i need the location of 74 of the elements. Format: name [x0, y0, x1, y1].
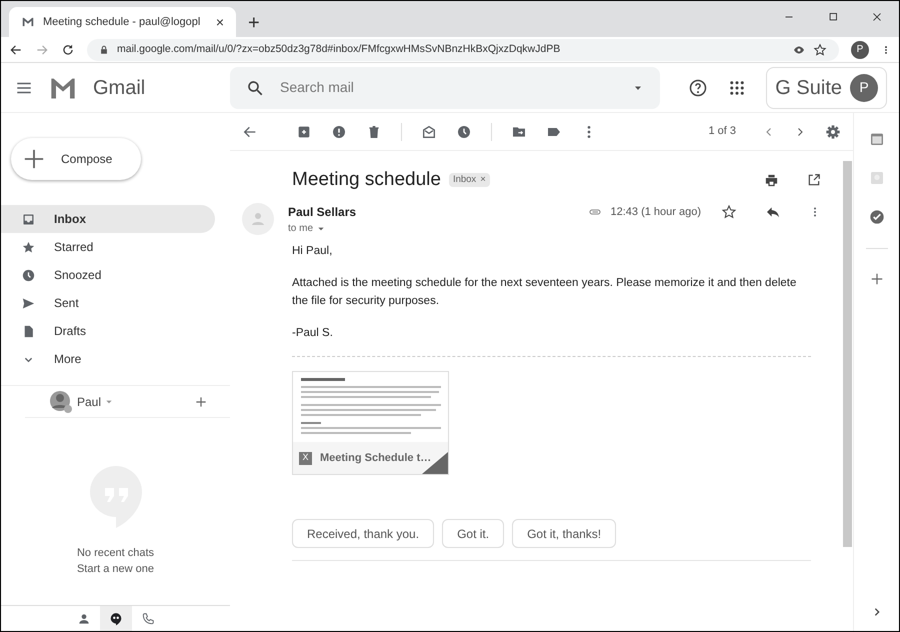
- body-paragraph: Hi Paul,: [292, 244, 334, 259]
- brand-name: G Suite: [775, 76, 842, 100]
- m-logo-icon[interactable]: [21, 15, 35, 29]
- account-avatar[interactable]: P: [850, 74, 878, 102]
- plus-icon: [23, 148, 45, 170]
- body-paragraph: -Paul S.: [292, 326, 334, 341]
- dropdown-caret-icon[interactable]: [317, 224, 326, 232]
- sidebar-item[interactable]: Starred: [1, 233, 215, 261]
- subject-heading: Meeting schedule: [292, 168, 441, 192]
- settings-icon[interactable]: [825, 124, 841, 140]
- eye-icon[interactable]: [793, 44, 805, 56]
- printer-icon[interactable]: [764, 172, 779, 188]
- person-icon: [76, 612, 90, 626]
- lock-icon: [99, 44, 109, 54]
- search-input[interactable]: Search mail: [280, 77, 616, 98]
- open-in-new-icon[interactable]: [807, 173, 821, 187]
- file-type-badge: X: [299, 452, 312, 464]
- star-outline-icon[interactable]: [721, 204, 737, 220]
- hangouts-user[interactable]: Paul: [77, 392, 102, 410]
- envelope-icon[interactable]: [421, 124, 437, 140]
- attachment-card[interactable]: X Meeting Schedule t…: [292, 371, 449, 475]
- reload-icon[interactable]: [61, 42, 75, 56]
- account-chip[interactable]: G Suite P: [766, 66, 887, 108]
- remove-label-button[interactable]: ×: [480, 172, 486, 188]
- scrollbar-thumb[interactable]: [843, 161, 852, 547]
- attachment-name: Meeting Schedule t…: [320, 450, 432, 466]
- url-field[interactable]: mail.google.com/mail/u/0/?zx=obz50dz3g78d#inbox/FMfcgxwHMsSvNBnzHkBxQjxzDqkwJdPB: [87, 38, 839, 60]
- back-arrow-icon[interactable]: [9, 42, 23, 56]
- chat-tab[interactable]: [100, 606, 132, 631]
- empty-chats-text: No recent chats: [76, 546, 154, 561]
- apps-grid-icon[interactable]: [728, 78, 746, 96]
- quote-bubble-icon: [108, 612, 122, 626]
- sidebar-item[interactable]: Sent: [1, 289, 215, 317]
- exclamation-icon[interactable]: [331, 124, 347, 140]
- sender-avatar-icon: [242, 203, 274, 235]
- search-icon: [246, 78, 264, 96]
- sidebar-item[interactable]: Snoozed: [1, 261, 215, 289]
- clock-icon[interactable]: [456, 124, 472, 140]
- recipient-text: to me: [288, 222, 314, 236]
- sidebar-item[interactable]: More: [1, 345, 215, 373]
- check-circle-icon[interactable]: [868, 209, 884, 225]
- label-chip[interactable]: Inbox ×: [448, 172, 490, 188]
- sidebar-item[interactable]: Inbox: [1, 205, 215, 233]
- plus-icon[interactable]: [870, 272, 884, 286]
- sender-name: Paul Sellars: [288, 204, 356, 221]
- star-outline-icon[interactable]: [813, 42, 827, 56]
- phone-icon: [140, 612, 154, 626]
- smart-reply-button[interactable]: Got it.: [442, 519, 504, 548]
- archive-icon[interactable]: [296, 124, 312, 140]
- start-chat-link[interactable]: Start a new one: [76, 561, 154, 577]
- sidebar-item[interactable]: Drafts: [1, 317, 215, 345]
- url-text: mail.google.com/mail/u/0/?zx=obz50dz3g78d#inbox/FMfcgxwHMsSvNBnzHkBxQjxzDqkwJdPB: [117, 42, 562, 57]
- pagination-text: 1 of 3: [708, 124, 736, 140]
- help-icon[interactable]: [688, 78, 708, 98]
- inbox-tray-icon: [21, 212, 36, 226]
- browser-tab[interactable]: Meeting schedule - paul@logopl ×: [9, 7, 236, 37]
- user-avatar-icon: [49, 390, 73, 414]
- body-paragraph: Attached is the meeting schedule for the next seventeen years. Please memorize it and then delete the file for security purposes.: [292, 276, 798, 309]
- app-name: Gmail: [93, 76, 146, 100]
- profile-avatar[interactable]: P: [851, 40, 869, 58]
- message-time: 12:43 (1 hour ago): [610, 204, 701, 220]
- search-field[interactable]: Search mail: [230, 66, 660, 108]
- send-icon: [21, 296, 36, 310]
- dropdown-caret-icon[interactable]: [105, 398, 114, 406]
- new-tab-button[interactable]: +: [248, 13, 260, 33]
- clock-icon: [21, 268, 36, 282]
- smart-reply-button[interactable]: Got it, thanks!: [512, 519, 616, 548]
- compose-button[interactable]: Compose: [11, 138, 141, 180]
- star-icon: [21, 240, 36, 254]
- tab-title: Meeting schedule - paul@logopl: [43, 14, 202, 30]
- smart-reply-button[interactable]: Received, thank you.: [292, 519, 434, 548]
- calendar-icon[interactable]: [868, 131, 884, 147]
- close-tab-button[interactable]: ×: [216, 15, 224, 29]
- plus-icon[interactable]: [194, 394, 208, 408]
